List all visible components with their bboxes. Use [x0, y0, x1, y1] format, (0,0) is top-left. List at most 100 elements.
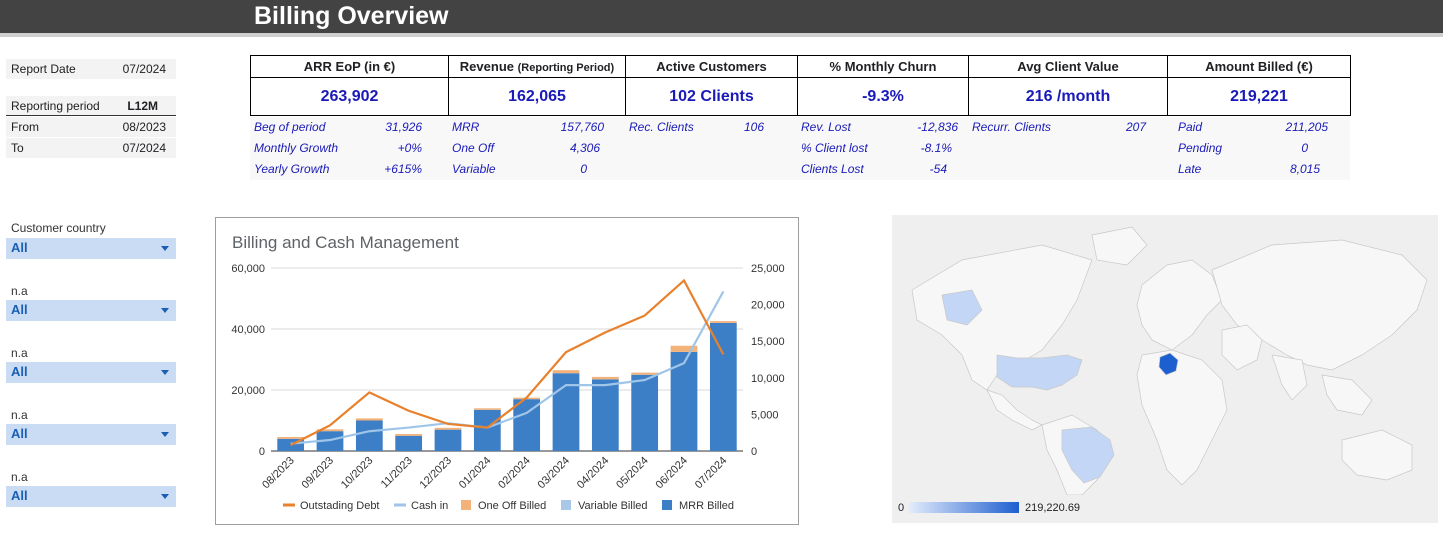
- filter-dropdown-4[interactable]: All: [6, 486, 176, 507]
- sub-label: Variable: [452, 162, 496, 176]
- dropdown-value: All: [11, 302, 28, 317]
- x-axis-tick: 05/2024: [614, 455, 651, 492]
- legend-label: Variable Billed: [578, 500, 648, 512]
- line-cash-in: [290, 290, 725, 445]
- filter-label-customer-country: Customer country: [11, 221, 106, 235]
- sub-label: Pending: [1178, 141, 1223, 155]
- kpi-value-monthly-churn: -9.3%: [797, 77, 969, 116]
- report-date-row: Report Date 07/2024: [6, 59, 176, 79]
- kpi-table: ARR EoP (in €) Revenue (Reporting Period…: [250, 55, 1351, 116]
- legend-swatch: [461, 500, 471, 510]
- customer-country-dropdown[interactable]: All: [6, 238, 176, 259]
- report-date-label: Report Date: [11, 62, 76, 76]
- sub-value: +0%: [397, 141, 422, 155]
- right-axis-tick: 25,000: [751, 263, 785, 275]
- right-axis-tick: 0: [751, 446, 757, 458]
- map-region-south-asia: [1271, 354, 1308, 401]
- report-date-value: 07/2024: [122, 62, 166, 76]
- kpi-header-revenue: Revenue (Reporting Period): [448, 55, 626, 78]
- legend-label: MRR Billed: [679, 500, 734, 512]
- filter-label-na-1: n.a: [11, 284, 28, 298]
- left-axis-tick: 60,000: [231, 263, 265, 275]
- bar-one-off-billed: [552, 370, 580, 374]
- right-axis-tick: 20,000: [751, 300, 785, 312]
- header-bar: [0, 0, 1443, 33]
- bar-one-off-billed: [434, 427, 462, 430]
- filter-dropdown-2[interactable]: All: [6, 362, 176, 383]
- filter-label-na-2: n.a: [11, 346, 28, 360]
- legend-swatch: [662, 500, 672, 510]
- sub-value: +615%: [384, 162, 422, 176]
- filter-dropdown-1[interactable]: All: [6, 300, 176, 321]
- kpi-value-amount-billed: 219,221: [1167, 77, 1351, 116]
- caret-down-icon: [161, 246, 169, 251]
- bar-mrr-billed: [434, 429, 462, 451]
- x-axis-tick: 09/2023: [300, 455, 337, 492]
- bar-one-off-billed: [277, 436, 305, 439]
- x-axis-tick: 02/2024: [496, 455, 533, 492]
- x-axis-tick: 12/2023: [418, 455, 455, 492]
- billing-chart-svg: 60,000 40,000 20,000 0 25,000 20,000 15,000 10,…: [231, 263, 785, 512]
- sub-label: Late: [1178, 162, 1202, 176]
- kpi-header-amount-billed: Amount Billed (€): [1167, 55, 1351, 78]
- kpi-value-arr: 263,902: [250, 77, 449, 116]
- to-value: 07/2024: [122, 141, 166, 155]
- dropdown-value: All: [11, 488, 28, 503]
- legend-label: Outstading Debt: [300, 500, 380, 512]
- map-region-central-america: [986, 389, 1043, 431]
- right-axis-tick: 5,000: [751, 409, 779, 421]
- reporting-period-label: Reporting period: [11, 99, 100, 113]
- kpi-value-revenue: 162,065: [448, 77, 626, 116]
- sub-label: Rev. Lost: [801, 120, 851, 134]
- bar-one-off-billed: [591, 376, 619, 380]
- dropdown-value: All: [11, 364, 28, 379]
- caret-down-icon: [161, 494, 169, 499]
- bar-mrr-billed: [631, 374, 659, 451]
- to-label: To: [11, 141, 24, 155]
- sub-value: 31,926: [385, 120, 422, 134]
- caret-down-icon: [161, 432, 169, 437]
- sub-value: -54: [929, 162, 947, 176]
- header-divider: [0, 33, 1443, 37]
- world-map-svg: [911, 226, 1428, 495]
- filter-dropdown-3[interactable]: All: [6, 424, 176, 445]
- sub-value: 8,015: [1289, 162, 1320, 176]
- caret-down-icon: [161, 308, 169, 313]
- sub-value: 4,306: [569, 141, 600, 155]
- sub-value: 106: [743, 120, 764, 134]
- legend-label: Cash in: [411, 500, 448, 512]
- sub-value: -12,836: [917, 120, 958, 134]
- sub-metrics-area: Beg of period Monthly Growth Yearly Grow…: [250, 117, 1350, 180]
- sub-value: 0: [580, 162, 587, 176]
- sub-value: 211,205: [1285, 120, 1329, 134]
- left-axis-tick: 20,000: [231, 385, 265, 397]
- bar-mrr-billed: [355, 420, 383, 451]
- x-axis-tick: 11/2023: [379, 455, 415, 491]
- kpi-header-avg-client-value: Avg Client Value: [968, 55, 1168, 78]
- map-region-europe: [1136, 259, 1223, 351]
- x-axis-tick: 06/2024: [654, 455, 691, 492]
- x-axis-tick: 08/2023: [260, 455, 297, 492]
- sub-label: Beg of period: [254, 120, 326, 134]
- sub-label: Clients Lost: [801, 162, 864, 176]
- sub-value: -8.1%: [920, 141, 952, 155]
- filter-label-na-4: n.a: [11, 470, 28, 484]
- map-region-southeast-asia: [1321, 374, 1373, 416]
- map-legend-gradient: [909, 502, 1019, 513]
- legend-label: One Off Billed: [478, 500, 546, 512]
- bar-one-off-billed: [473, 408, 501, 410]
- right-axis-tick: 10,000: [751, 373, 785, 385]
- kpi-header-arr: ARR EoP (in €): [250, 55, 449, 78]
- reporting-period-row: Reporting period L12M: [6, 96, 176, 116]
- from-label: From: [11, 120, 39, 134]
- dropdown-value: All: [11, 426, 28, 441]
- bar-mrr-billed: [709, 322, 737, 451]
- map-legend-min: 0: [898, 502, 905, 514]
- reporting-period-value: L12M: [127, 99, 158, 113]
- sub-label: MRR: [452, 120, 480, 134]
- x-axis-tick: 04/2024: [575, 455, 612, 492]
- bar-one-off-billed: [355, 418, 383, 421]
- x-axis-tick: 10/2023: [339, 455, 376, 492]
- sub-label: Rec. Clients: [629, 120, 694, 134]
- legend-swatch: [561, 500, 571, 510]
